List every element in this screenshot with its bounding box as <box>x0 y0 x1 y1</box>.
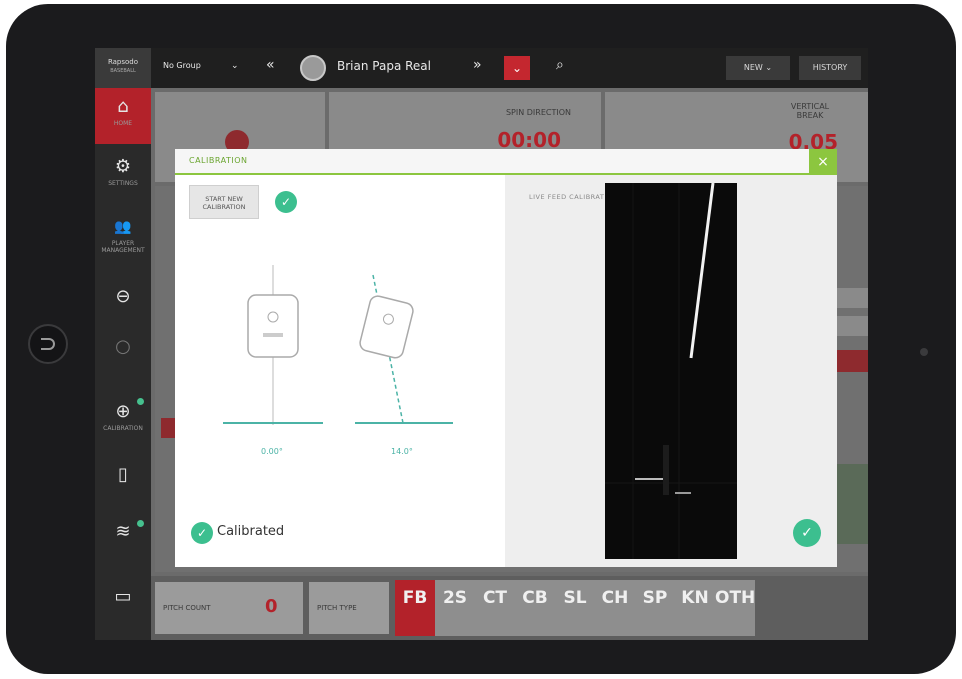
pitch-type-kn-button[interactable]: KN <box>675 580 715 636</box>
status-dot <box>137 520 144 527</box>
history-label: HISTORY <box>812 63 848 72</box>
pitch-type-2s-button[interactable]: 2S <box>435 580 475 636</box>
battery-icon: ▭ <box>114 586 132 607</box>
pitch-type-code: KN <box>681 588 709 608</box>
pitch-type-code: SP <box>642 588 668 608</box>
sidebar-item-home[interactable]: ⌂ HOME <box>95 88 151 144</box>
sidebar-item-players[interactable]: 👥 PLAYER MANAGEMENT <box>95 208 151 264</box>
sidebar-item-label: CALIBRATION <box>103 425 143 432</box>
device-tilt-diagram <box>223 265 453 425</box>
camera-feed <box>605 183 737 559</box>
pitch-type-cb-button[interactable]: CB <box>515 580 555 636</box>
confirm-button[interactable]: ✓ <box>793 519 821 547</box>
sidebar-item-label: SETTINGS <box>108 180 138 187</box>
pitch-type-ct-button[interactable]: CT <box>475 580 515 636</box>
players-icon: 👥 <box>114 219 132 235</box>
sidebar-item-label: PLAYER MANAGEMENT <box>101 240 145 254</box>
new-label: NEW <box>743 63 763 72</box>
pitch-type-code: FB <box>402 588 428 608</box>
logo-text: Rapsodo <box>107 58 139 66</box>
gear-icon: ⚙ <box>114 156 132 177</box>
status-dot <box>137 398 144 405</box>
pitch-type-code: CB <box>522 588 548 608</box>
pitch-count-cell: PITCH COUNT 0 <box>155 582 303 634</box>
sidebar-item-settings[interactable]: ⚙ SETTINGS <box>95 148 151 204</box>
pitch-type-code: OTH <box>715 588 756 608</box>
modal-title: CALIBRATION <box>189 156 248 165</box>
sidebar-item-device[interactable]: ▯ <box>95 456 151 512</box>
sidebar-item-label: HOME <box>113 120 133 127</box>
tablet-home-button[interactable] <box>28 324 68 364</box>
camera-feed-image <box>605 183 737 559</box>
prev-player-icon[interactable]: « <box>266 57 275 73</box>
pitch-type-code: 2S <box>442 588 468 608</box>
pitch-type-fb-button[interactable]: FB <box>395 580 435 636</box>
player-dropdown-button[interactable]: ⌄ <box>504 56 530 80</box>
group-dropdown[interactable]: No Group <box>163 61 201 70</box>
new-dropdown[interactable]: NEW ⌄ <box>726 56 790 80</box>
sidebar: Rapsodo BASEBALL ⌂ HOME ⚙ SETTINGS 👥 PLA… <box>95 48 151 640</box>
angle-right-label: 14.0° <box>391 447 413 456</box>
next-player-icon[interactable]: » <box>473 57 482 73</box>
sidebar-item-record[interactable]: ⊖ <box>95 278 151 334</box>
indicator-red <box>161 418 175 438</box>
top-bar: No Group ⌄ « Brian Papa Real » ⌄ ⌕ NEW ⌄… <box>151 48 868 88</box>
live-feed-pane: LIVE FEED CALIBRATION ✓ <box>505 175 837 567</box>
chevron-down-icon: ⌄ <box>511 61 523 75</box>
sidebar-item-circle[interactable]: ○ <box>95 328 151 384</box>
check-icon: ✓ <box>275 191 297 213</box>
close-icon: × <box>817 154 829 170</box>
angle-left-label: 0.00° <box>261 447 283 456</box>
pitch-type-code: CH <box>601 588 629 608</box>
pitch-type-code: SL <box>563 588 587 608</box>
tablet-camera <box>920 348 928 356</box>
player-name: Brian Papa Real <box>337 59 431 73</box>
pitch-type-cell: PITCH TYPE <box>309 582 389 634</box>
pitch-type-oth-button[interactable]: OTH <box>715 580 755 636</box>
start-calibration-label: START NEW CALIBRATION <box>202 195 246 211</box>
modal-header: CALIBRATION <box>175 149 837 175</box>
circle-icon: ○ <box>115 336 131 357</box>
record-icon: ⊖ <box>115 286 131 307</box>
pitch-count-value: 0 <box>265 596 278 617</box>
device-outline-upright <box>247 294 299 358</box>
pitch-type-label: PITCH TYPE <box>317 604 357 612</box>
calibrated-status: Calibrated <box>217 524 285 539</box>
history-button[interactable]: HISTORY <box>799 56 861 80</box>
calibration-diagram-pane: START NEW CALIBRATION ✓ 0.00° 14.0° ✓ Ca… <box>175 175 505 567</box>
logo-sub: BASEBALL <box>110 68 136 74</box>
home-icon: ⌂ <box>117 96 129 117</box>
start-calibration-button[interactable]: START NEW CALIBRATION <box>189 185 259 219</box>
pitch-count-label: PITCH COUNT <box>163 604 211 612</box>
pitch-type-sp-button[interactable]: SP <box>635 580 675 636</box>
device-slot <box>263 333 283 337</box>
pitch-type-sl-button[interactable]: SL <box>555 580 595 636</box>
check-icon: ✓ <box>191 522 213 544</box>
calibration-modal: CALIBRATION × START NEW CALIBRATION ✓ 0.… <box>175 149 837 567</box>
pitch-type-code: CT <box>482 588 508 608</box>
avatar <box>300 55 326 81</box>
search-icon[interactable]: ⌕ <box>556 57 564 73</box>
spin-direction-label: SPIN DIRECTION <box>505 108 571 117</box>
chevron-down-icon[interactable]: ⌄ <box>231 61 239 71</box>
pitch-type-ch-button[interactable]: CH <box>595 580 635 636</box>
sidebar-item-battery[interactable]: ▭ <box>95 578 151 634</box>
device-icon: ▯ <box>118 464 128 485</box>
vertical-break-label: VERTICAL BREAK <box>790 102 830 120</box>
close-button[interactable]: × <box>809 149 837 175</box>
device-outline-tilted <box>359 295 414 359</box>
app-logo: Rapsodo BASEBALL <box>95 48 151 88</box>
bottom-bar: PITCH COUNT 0 PITCH TYPE FB 2S CT CB SL CH SP K… <box>151 576 868 640</box>
